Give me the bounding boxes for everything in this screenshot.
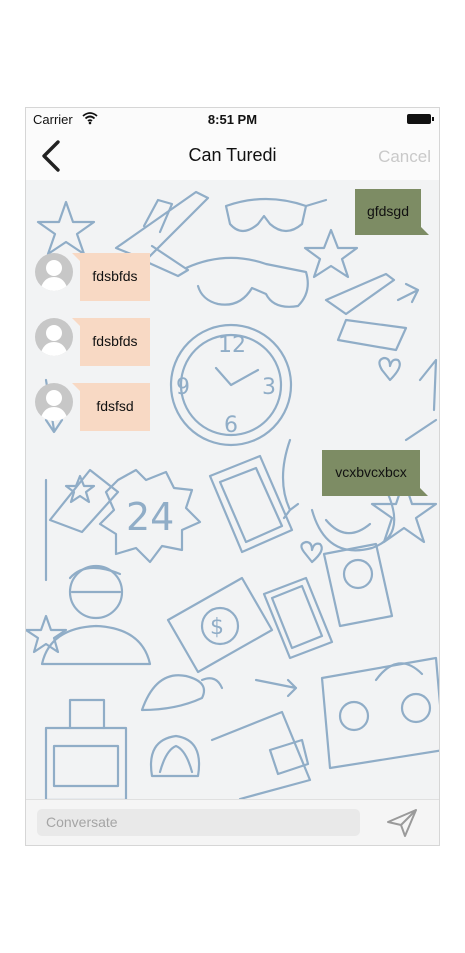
chat-area[interactable]: 12 9 3 6 24 $ gfdsgd fdsbfds fdsbfds fds… bbox=[26, 180, 439, 799]
svg-text:$: $ bbox=[210, 615, 224, 640]
message-bubble-incoming[interactable]: fdsbfds bbox=[72, 253, 150, 301]
cancel-button[interactable]: Cancel bbox=[378, 147, 431, 167]
svg-text:9: 9 bbox=[176, 375, 190, 400]
user-avatar-icon bbox=[40, 260, 68, 291]
svg-text:6: 6 bbox=[224, 413, 238, 438]
send-button[interactable] bbox=[385, 807, 419, 839]
user-avatar-icon bbox=[40, 390, 68, 421]
message-bubble-incoming[interactable]: fdsfsd bbox=[72, 383, 150, 431]
message-text: fdsfsd bbox=[96, 398, 134, 414]
avatar[interactable] bbox=[35, 253, 73, 291]
avatar[interactable] bbox=[35, 383, 73, 421]
svg-text:24: 24 bbox=[126, 495, 174, 539]
user-avatar-icon bbox=[40, 325, 68, 356]
message-composer: Conversate bbox=[26, 799, 439, 845]
message-text: vcxbvcxbcx bbox=[335, 464, 407, 480]
svg-text:3: 3 bbox=[262, 375, 276, 400]
svg-text:12: 12 bbox=[218, 333, 246, 358]
conversation-title: Can Turedi bbox=[188, 145, 277, 165]
message-bubble-outgoing[interactable]: vcxbvcxbcx bbox=[322, 450, 428, 496]
message-input[interactable]: Conversate bbox=[37, 809, 360, 836]
message-bubble-outgoing[interactable]: gfdsgd bbox=[355, 189, 429, 235]
status-bar: Carrier 8:51 PM bbox=[26, 108, 439, 130]
message-text: fdsbfds bbox=[92, 268, 138, 284]
message-bubble-incoming[interactable]: fdsbfds bbox=[72, 318, 150, 366]
battery-icon bbox=[407, 114, 434, 124]
message-text: gfdsgd bbox=[366, 203, 410, 219]
message-text: fdsbfds bbox=[92, 333, 138, 349]
avatar[interactable] bbox=[35, 318, 73, 356]
phone-screen: Carrier 8:51 PM Can Turedi Cancel 12 9 3… bbox=[25, 107, 440, 846]
status-time: 8:51 PM bbox=[207, 112, 258, 127]
paper-plane-icon bbox=[387, 809, 417, 837]
navigation-bar: Can Turedi Cancel bbox=[26, 130, 439, 180]
